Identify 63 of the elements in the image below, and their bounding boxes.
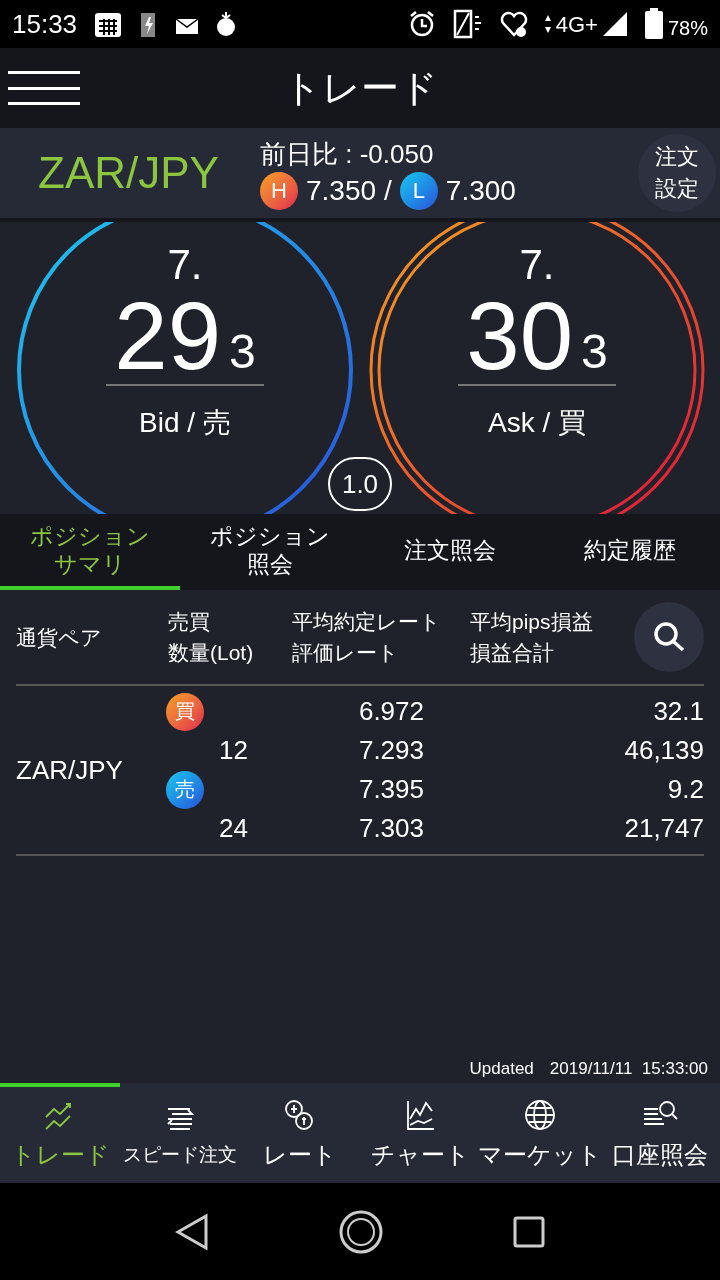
- price-pips: 29: [114, 288, 222, 384]
- table-cell-text: 12: [218, 734, 248, 767]
- price-separator: /: [384, 174, 392, 208]
- nav-tab[interactable]: スピード注文: [120, 1083, 240, 1183]
- nav-tab[interactable]: チャート: [360, 1083, 480, 1183]
- table-cell-text: 9.2: [666, 773, 704, 806]
- position-tab[interactable]: 約定履歴: [540, 514, 720, 590]
- position-tab[interactable]: ポジション照会: [180, 514, 360, 590]
- table-cell-text: 7.303: [357, 812, 424, 845]
- table-cell-text: 7.293: [357, 734, 424, 767]
- status-time: 15:33: [12, 7, 78, 41]
- price-fraction: 3: [581, 324, 608, 380]
- back-icon[interactable]: [174, 1212, 210, 1251]
- low-price: 7.300: [445, 174, 516, 208]
- recents-icon[interactable]: [512, 1214, 546, 1249]
- buy-badge: 買: [166, 692, 204, 731]
- column-header: 通貨ペア: [16, 624, 103, 651]
- currency-pair: ZAR/JPY: [38, 147, 220, 199]
- daily-change: 前日比 : -0.050: [260, 138, 435, 171]
- column-header: 数量(Lot): [168, 640, 255, 666]
- column-header: 平均pips損益: [470, 609, 594, 635]
- nav-tab[interactable]: マーケット: [480, 1083, 600, 1183]
- home-icon[interactable]: [338, 1208, 384, 1255]
- battery-percent: 78%: [667, 16, 708, 41]
- table-cell-text: 7.395: [357, 773, 424, 806]
- menu-button[interactable]: [8, 68, 80, 108]
- table-cell-text: 24: [218, 812, 248, 845]
- bid-sell-button[interactable]: Bid / 売: [139, 402, 231, 444]
- sell-badge: 売: [166, 770, 204, 809]
- heart-icon: [499, 9, 528, 39]
- updated-label: Updated: [469, 1057, 534, 1080]
- column-header: 売買: [168, 609, 211, 635]
- high-price: 7.350: [306, 174, 377, 208]
- nav-tab[interactable]: 口座照会: [600, 1083, 720, 1183]
- position-tab[interactable]: ポジションサマリ: [0, 514, 180, 590]
- table-cell-text: 32.1: [652, 695, 704, 728]
- price-prefix: 7.: [519, 242, 555, 288]
- nav-tab[interactable]: レート: [240, 1083, 360, 1183]
- table-cell-text: 21,747: [623, 812, 704, 845]
- column-header: 平均約定レート: [292, 609, 442, 635]
- screen-title: トレード: [282, 65, 438, 111]
- price-prefix: 7.: [167, 242, 203, 288]
- phone-vibrate-icon: [451, 9, 484, 39]
- order-settings-button[interactable]: 注文設定: [638, 134, 716, 212]
- table-cell-text: ZAR/JPY: [16, 753, 124, 787]
- battery-icon: [643, 8, 664, 40]
- column-header: 評価レート: [292, 640, 400, 666]
- column-header: 損益合計: [470, 640, 555, 666]
- lot-badge[interactable]: 1.0: [328, 457, 392, 511]
- table-cell-text: 46,139: [623, 734, 704, 767]
- fruit-icon: [215, 10, 238, 38]
- table-cell-text: 6.972: [357, 695, 424, 728]
- signal-icon: [601, 11, 628, 37]
- updated-time: 2019/11/11 15:33:00: [549, 1057, 708, 1080]
- low-badge: L: [399, 172, 438, 210]
- ask-buy-button[interactable]: Ask / 買: [488, 402, 586, 444]
- price-fraction: 3: [229, 324, 256, 380]
- high-badge: H: [260, 172, 298, 210]
- position-tab[interactable]: 注文照会: [360, 514, 540, 590]
- price-pips: 30: [466, 288, 574, 384]
- network-type: 4G+: [555, 10, 598, 39]
- search-icon: [652, 620, 686, 654]
- data-arrows-icon: [543, 14, 552, 34]
